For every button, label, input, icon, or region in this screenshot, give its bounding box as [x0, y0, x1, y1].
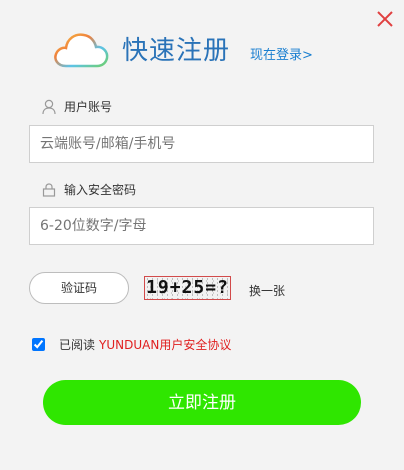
username-input[interactable]: [29, 125, 374, 163]
captcha-input[interactable]: 验证码: [29, 272, 129, 304]
agreement-link[interactable]: YUNDUAN用户安全协议: [99, 336, 231, 353]
register-button[interactable]: 立即注册: [43, 380, 361, 425]
refresh-captcha-link[interactable]: 换一张: [249, 282, 285, 299]
password-label: 输入安全密码: [42, 181, 136, 198]
login-link[interactable]: 现在登录>: [250, 44, 313, 63]
captcha-image[interactable]: 19+25=?: [144, 276, 231, 300]
user-icon: [42, 99, 56, 114]
password-input[interactable]: [29, 207, 374, 245]
close-icon[interactable]: [376, 10, 394, 28]
agreement-checkbox[interactable]: [32, 338, 45, 351]
username-label-text: 用户账号: [64, 100, 113, 114]
lock-icon: [42, 182, 56, 197]
password-label-text: 输入安全密码: [64, 183, 137, 197]
username-label: 用户账号: [42, 98, 112, 115]
agreement-prefix: 已阅读: [59, 338, 96, 352]
cloud-logo-icon: [52, 28, 110, 72]
agreement-row: 已阅读 YUNDUAN用户安全协议: [32, 336, 231, 353]
page-title: 快速注册: [122, 36, 231, 66]
